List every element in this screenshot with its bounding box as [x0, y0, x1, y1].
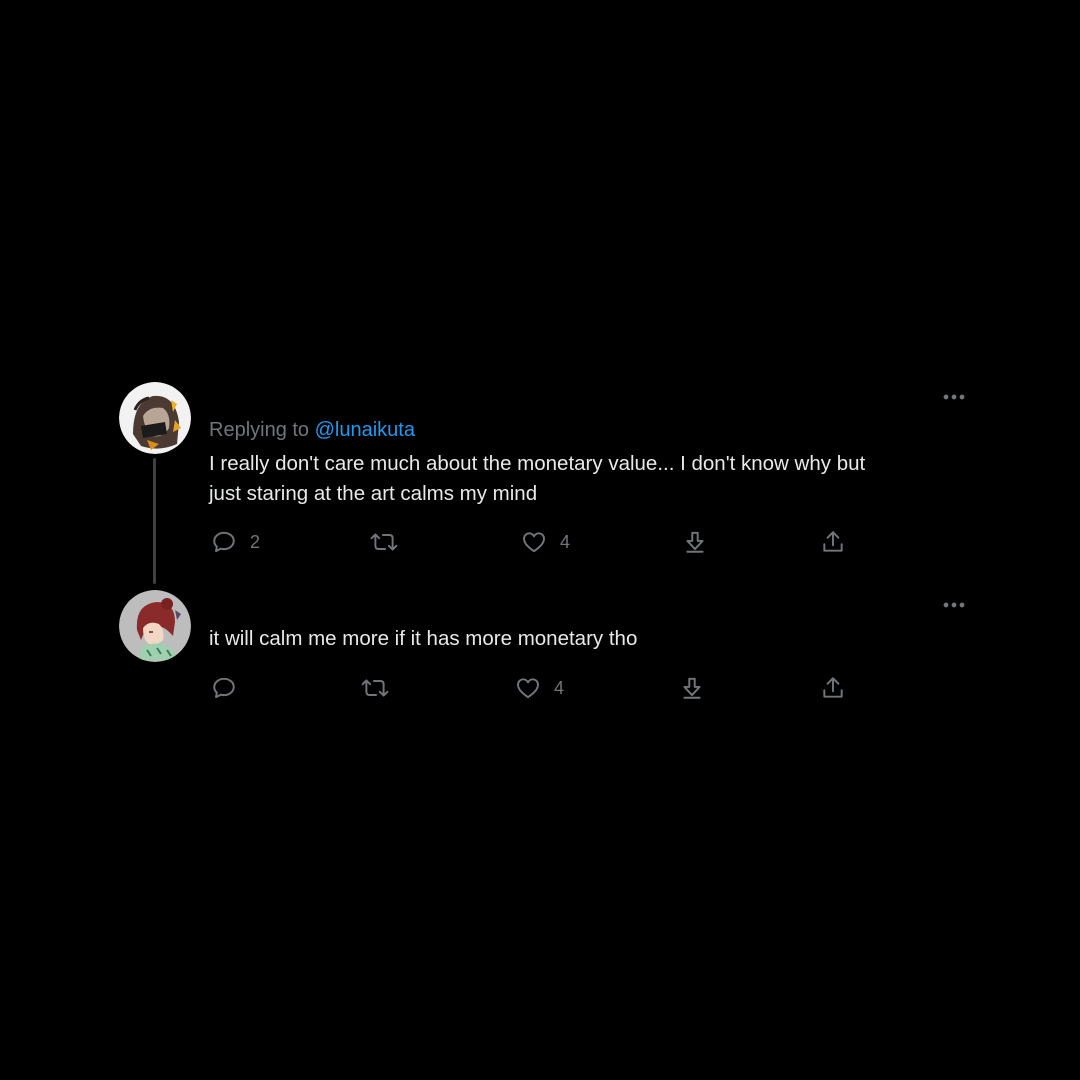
retweet-icon [370, 533, 398, 551]
tweet-1-download-button[interactable] [682, 527, 708, 557]
tweet-1-reply-button[interactable]: 2 [211, 527, 260, 557]
tweet-1-like-count: 4 [560, 532, 571, 552]
share-upload-icon [823, 677, 843, 698]
tweet-1-share-button[interactable] [820, 527, 846, 557]
tweet-1-text-line: just staring at the art calms my mind [209, 482, 538, 505]
tweet-2-download-button[interactable] [679, 673, 705, 703]
tweet-2-more-button[interactable] [939, 595, 969, 615]
download-arrow-icon [683, 677, 701, 699]
replying-to-mention-link[interactable]: @lunaikuta [315, 419, 415, 441]
tweet-1-text: I really don't care much about the monet… [209, 449, 865, 509]
replying-to-context: Replying to @lunaikuta [209, 417, 415, 443]
tweet-2-text-line: it will calm me more if it has more mone… [209, 627, 638, 650]
tweet-2-share-button[interactable] [820, 673, 846, 703]
reply-bubble-icon [213, 677, 235, 699]
tweet-1-retweet-button[interactable] [370, 527, 411, 557]
heart-icon [517, 678, 539, 699]
more-horizontal-icon [943, 394, 965, 400]
tweet-1-reply-count: 2 [250, 532, 261, 552]
tweet-1-avatar[interactable] [119, 382, 191, 454]
thread-connector-line [153, 458, 156, 584]
replying-to-label: Replying to [209, 419, 310, 441]
avatar-anime-character-red-hair-icon [119, 590, 191, 662]
heart-icon [523, 532, 545, 553]
tweet-1-text-line: I really don't care much about the monet… [209, 452, 866, 475]
tweet-2-retweet-button[interactable] [361, 673, 402, 703]
retweet-icon [361, 679, 389, 697]
tweet-2-avatar[interactable] [119, 590, 191, 662]
tweet-2-reply-button[interactable] [211, 673, 250, 703]
download-arrow-icon [686, 531, 704, 553]
tweet-2-like-count: 4 [554, 678, 565, 698]
tweet-1-more-button[interactable] [939, 387, 969, 407]
tweet-2-like-button[interactable]: 4 [515, 673, 564, 703]
tweet-1-like-button[interactable]: 4 [521, 527, 570, 557]
share-upload-icon [823, 531, 843, 552]
reply-bubble-icon [213, 531, 235, 553]
tweet-2-text: it will calm me more if it has more mone… [209, 624, 637, 654]
avatar-anime-character-dark-hair-icon [119, 382, 191, 454]
more-horizontal-icon [943, 602, 965, 608]
